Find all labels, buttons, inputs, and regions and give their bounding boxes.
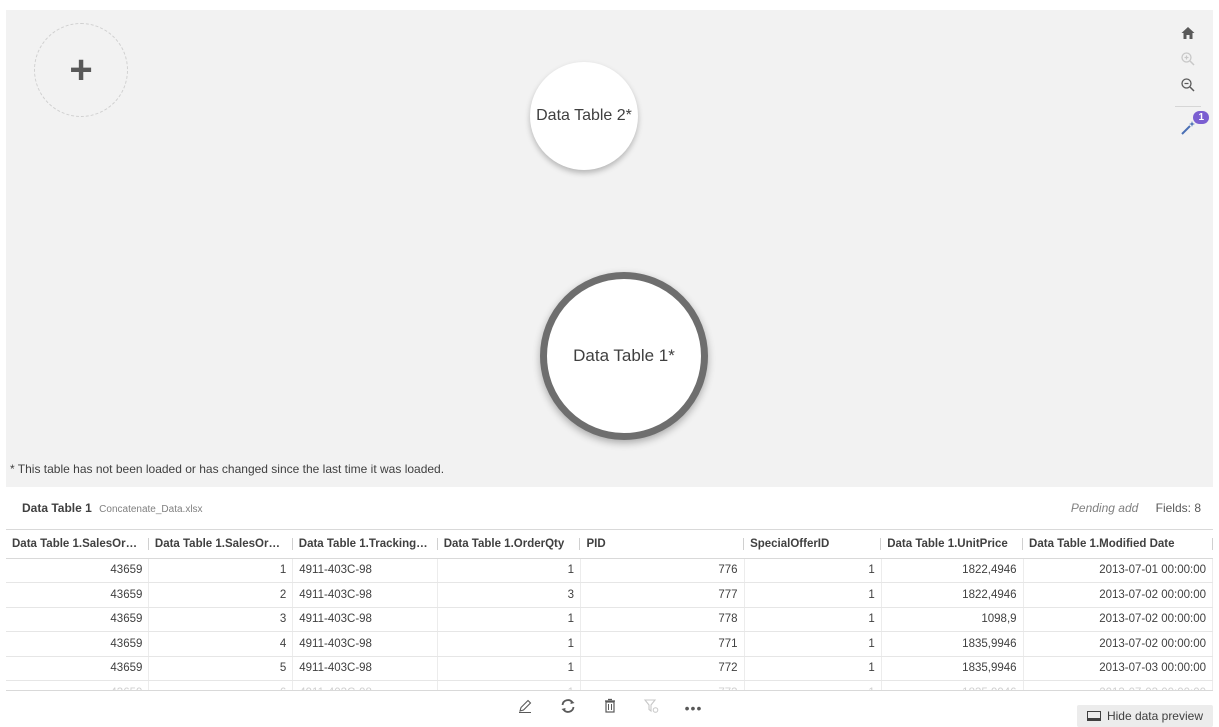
table-cell: 1: [744, 631, 882, 657]
table-cell: 777: [580, 582, 745, 608]
table-cell: 4911-403C-98: [292, 558, 439, 583]
table-cell: 4911-403C-98: [292, 631, 439, 657]
table-cell: 3: [148, 607, 294, 632]
table-bubble-data-table-1[interactable]: Data Table 1*: [540, 272, 708, 440]
table-cell: 1: [437, 656, 581, 681]
table-cell: 1: [437, 607, 581, 632]
filter-icon[interactable]: [643, 698, 659, 718]
plus-icon: +: [69, 48, 93, 92]
table-row: 43659 1 4911-403C-98 1 776 1 1822,4946 2013-07-…: [6, 558, 1213, 583]
table-cell: 1: [437, 558, 581, 583]
table-cell: 772: [580, 656, 745, 681]
recommendations-button[interactable]: 1: [1175, 111, 1209, 143]
preview-field-count: Fields: 8: [1155, 501, 1201, 515]
table-cell: 1835,9946: [881, 656, 1024, 681]
preview-status: Pending add: [1070, 501, 1139, 515]
table-cell: 1835,9946: [881, 631, 1024, 657]
column-header[interactable]: PID: [580, 530, 745, 559]
table-cell: 771: [580, 631, 745, 657]
table-header-row: Data Table 1.SalesOr… Data Table 1.Sales…: [6, 530, 1213, 559]
unloaded-table-note: * This table has not been loaded or has …: [10, 462, 445, 476]
table-cell: 4911-403C-98: [292, 582, 439, 608]
data-preview-table[interactable]: Data Table 1.SalesOr… Data Table 1.Sales…: [6, 529, 1213, 691]
table-cell: 1: [744, 582, 882, 608]
table-cell: 2013-07-01 00:00:00: [1023, 558, 1213, 583]
table-cell: 1: [744, 680, 882, 690]
column-header[interactable]: Data Table 1.UnitPrice: [881, 530, 1024, 559]
more-icon[interactable]: •••: [685, 700, 703, 716]
recommendations-count-badge: 1: [1193, 111, 1209, 124]
table-cell: 1822,4946: [881, 558, 1024, 583]
table-cell: 1: [744, 607, 882, 632]
table-cell: 43659: [6, 558, 150, 583]
table-bubble-data-table-2[interactable]: Data Table 2*: [530, 62, 638, 170]
add-data-button[interactable]: +: [34, 23, 128, 117]
data-model-canvas[interactable]: + Data Table 2* Data Table 1* 1 * This t…: [6, 10, 1213, 487]
table-row: 43659 2 4911-403C-98 3 777 1 1822,4946 2013-07-…: [6, 582, 1213, 608]
table-cell: 3: [437, 582, 581, 608]
table-actions-toolbar: •••: [0, 693, 1219, 722]
table-row: 43659 5 4911-403C-98 1 772 1 1835,9946 2013-07-…: [6, 656, 1213, 681]
table-cell: 1: [437, 680, 581, 690]
table-cell: 43659: [6, 680, 150, 690]
table-row: 4365964911-403C-98177311835,99462013-07-…: [6, 680, 1213, 690]
zoom-out-icon[interactable]: [1175, 72, 1201, 98]
column-header[interactable]: Data Table 1.SalesOr…: [148, 530, 293, 559]
table-cell: 6: [148, 680, 294, 690]
table-cell: 4911-403C-98: [292, 680, 439, 690]
table-cell: 776: [580, 558, 745, 583]
table-cell: 2013-07-02 00:00:00: [1023, 607, 1213, 632]
hide-data-preview-label: Hide data preview: [1106, 709, 1203, 723]
column-header[interactable]: Data Table 1.Modified Date: [1023, 530, 1213, 559]
zoom-in-icon[interactable]: [1175, 46, 1201, 72]
table-cell: 2013-07-03 00:00:00: [1023, 656, 1213, 681]
hide-data-preview-button[interactable]: Hide data preview: [1076, 705, 1213, 727]
data-preview-header: Data Table 1 Concatenate_Data.xlsx Pendi…: [0, 487, 1219, 529]
table-cell: 1: [148, 558, 294, 583]
table-cell: 1098,9: [881, 607, 1024, 632]
table-cell: 1835,9946: [881, 680, 1024, 690]
table-cell: 43659: [6, 656, 150, 681]
table-row: 43659 4 4911-403C-98 1 771 1 1835,9946 2013-07-…: [6, 631, 1213, 657]
table-row: 43659 3 4911-403C-98 1 778 1 1098,9 2013-07-02 …: [6, 607, 1213, 632]
table-cell: 1: [744, 656, 882, 681]
canvas-side-toolbar: 1: [1175, 20, 1209, 143]
table-cell: 4911-403C-98: [292, 656, 439, 681]
table-cell: 5: [148, 656, 294, 681]
table-cell: 1822,4946: [881, 582, 1024, 608]
table-cell: 1: [744, 558, 882, 583]
preview-file-name: Concatenate_Data.xlsx: [99, 504, 203, 515]
magic-wand-icon: [1180, 120, 1196, 141]
table-cell: 43659: [6, 607, 150, 632]
table-cell: 43659: [6, 582, 150, 608]
table-bubble-label: Data Table 1*: [573, 346, 675, 365]
refresh-icon[interactable]: [559, 698, 577, 718]
table-cell: 773: [580, 680, 745, 690]
column-header[interactable]: SpecialOfferID: [744, 530, 882, 559]
table-cell: 778: [580, 607, 745, 632]
toolbar-divider: [1175, 106, 1201, 107]
table-cell: 2: [148, 582, 294, 608]
table-cell: 1: [437, 631, 581, 657]
pencil-icon[interactable]: [517, 698, 533, 718]
table-bubble-label: Data Table 2*: [536, 107, 632, 124]
table-cell: 43659: [6, 631, 150, 657]
column-header[interactable]: Data Table 1.OrderQty: [437, 530, 581, 559]
table-cell: 2013-07-03 00:00:00: [1023, 680, 1213, 690]
table-cell: 2013-07-02 00:00:00: [1023, 582, 1213, 608]
preview-table-name: Data Table 1: [22, 501, 92, 515]
table-cell: 4: [148, 631, 294, 657]
table-cell: 2013-07-02 00:00:00: [1023, 631, 1213, 657]
column-header[interactable]: Data Table 1.Tracking…: [292, 530, 438, 559]
home-icon[interactable]: [1175, 20, 1201, 46]
table-cell: 4911-403C-98: [292, 607, 439, 632]
preview-panel-icon: [1086, 711, 1101, 721]
trash-icon[interactable]: [603, 698, 617, 718]
column-header[interactable]: Data Table 1.SalesOr…: [6, 530, 149, 559]
